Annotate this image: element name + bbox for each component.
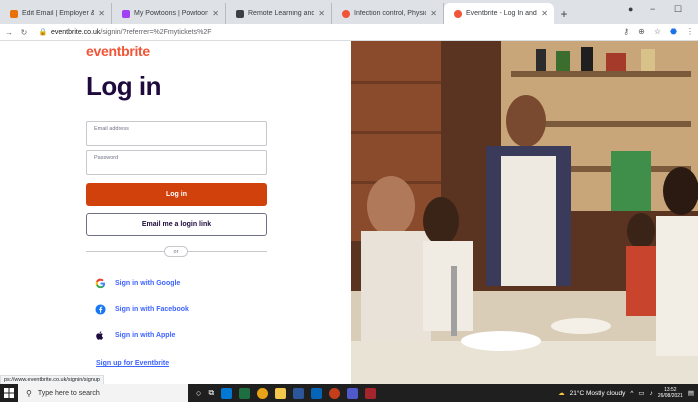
tab-title: Eventbrite - Log In and Sign In [466, 10, 537, 17]
network-icon[interactable]: ▭ [638, 389, 644, 397]
google-icon [94, 277, 106, 289]
tab-title: My Powtoons | Powtoon [134, 10, 209, 17]
tab-edit-email[interactable]: Edit Email | Employer & Learner ✕ [0, 3, 112, 24]
google-signin-button[interactable]: Sign in with Google [94, 277, 180, 289]
tab-title: Remote Learning and Communic [248, 10, 315, 17]
menu-icon[interactable]: ⋮ [686, 27, 694, 36]
facebook-icon [94, 303, 106, 315]
volume-icon[interactable]: ♪ [650, 390, 653, 397]
tab-close-icon[interactable]: ✕ [212, 9, 219, 18]
windows-start-icon[interactable] [0, 384, 18, 402]
minimize-button[interactable]: − [650, 4, 655, 14]
browser-tab-strip: Edit Email | Employer & Learner ✕ My Pow… [0, 0, 698, 24]
profile-icon[interactable]: ● [628, 4, 633, 14]
password-label: Password [94, 155, 119, 161]
url-path: /signin/?referrer=%2Fmytickets%2F [100, 28, 212, 36]
facebook-signin-button[interactable]: Sign in with Facebook [94, 303, 189, 315]
maximize-button[interactable]: ☐ [674, 4, 682, 15]
google-signin-label: Sign in with Google [115, 279, 181, 287]
web-page: eventbrite Log in Email address Password… [0, 41, 698, 385]
weather-icon[interactable]: ☁ [558, 389, 565, 397]
tab-favicon-icon [122, 9, 130, 18]
weather-text[interactable]: 21°C Mostly cloudy [570, 390, 626, 397]
login-button[interactable]: Log in [86, 183, 267, 206]
tab-infection-control[interactable]: Infection control, Physical care ✕ [332, 3, 444, 24]
signup-link[interactable]: Sign up for Eventbrite [96, 360, 169, 367]
clock-date: 26/08/2021 [657, 393, 683, 399]
email-login-link-button[interactable]: Email me a login link [86, 213, 267, 236]
cooking-class-photo [351, 41, 698, 384]
app-icon[interactable] [365, 387, 377, 399]
tab-remote-learning[interactable]: Remote Learning and Communic ✕ [226, 3, 332, 24]
page-title: Log in [86, 71, 161, 101]
apple-icon [94, 329, 106, 341]
task-view-icon[interactable]: ⧉ [208, 388, 214, 398]
lock-icon[interactable]: 🔒 [38, 28, 48, 36]
chrome-icon[interactable] [257, 387, 269, 399]
tray-chevron-icon[interactable]: ^ [630, 390, 633, 397]
url-host: eventbrite.co.uk [51, 28, 101, 36]
apple-signin-button[interactable]: Sign in with Apple [94, 329, 175, 341]
cortana-icon[interactable]: ○ [196, 388, 201, 398]
tab-title: Infection control, Physical care [354, 10, 426, 17]
clock[interactable]: 13:52 26/08/2021 [658, 387, 683, 399]
edge-icon[interactable] [221, 387, 233, 399]
tab-favicon-icon [236, 9, 244, 18]
photo-illustration [351, 41, 698, 384]
eventbrite-logo[interactable]: eventbrite [86, 43, 150, 59]
word-icon[interactable] [293, 387, 305, 399]
or-label: or [164, 246, 188, 257]
tab-close-icon[interactable]: ✕ [541, 9, 548, 18]
tab-favicon-icon [10, 9, 18, 18]
excel-icon[interactable] [239, 387, 251, 399]
tab-close-icon[interactable]: ✕ [98, 9, 105, 18]
screen: Edit Email | Employer & Learner ✕ My Pow… [0, 0, 698, 402]
facebook-signin-label: Sign in with Facebook [115, 305, 189, 313]
teams-icon[interactable] [347, 387, 359, 399]
login-panel: eventbrite Log in Email address Password… [0, 41, 351, 385]
file-explorer-icon[interactable] [275, 387, 287, 399]
windows-taskbar: ⚲ Type here to search ○ ⧉ ☁ 21°C Mostly … [0, 384, 698, 402]
tab-favicon-icon [454, 9, 462, 18]
powerpoint-icon[interactable] [329, 387, 341, 399]
tab-favicon-icon [342, 9, 350, 18]
bookmark-star-icon[interactable]: ☆ [654, 27, 661, 36]
email-field[interactable]: Email address [86, 121, 267, 146]
tab-powtoon[interactable]: My Powtoons | Powtoon ✕ [112, 3, 226, 24]
notifications-icon[interactable]: ▤ [688, 389, 694, 397]
zoom-icon[interactable]: ⊕ [638, 27, 645, 36]
outlook-icon[interactable] [311, 387, 323, 399]
system-tray: ☁ 21°C Mostly cloudy ^ ▭ ♪ 13:52 26/08/2… [558, 384, 694, 402]
toolbar-right-icons: ⚷ ⊕ ☆ ⬣ ⋮ [623, 27, 694, 36]
tab-close-icon[interactable]: ✕ [430, 9, 437, 18]
browser-toolbar: → ↻ 🔒 eventbrite.co.uk/signin/?referrer=… [0, 24, 698, 41]
new-tab-button[interactable]: + [554, 3, 574, 24]
forward-icon[interactable]: → [3, 28, 15, 37]
tab-title: Edit Email | Employer & Learner [22, 10, 94, 17]
apple-signin-label: Sign in with Apple [115, 331, 176, 339]
search-icon: ⚲ [26, 388, 32, 398]
tab-close-icon[interactable]: ✕ [318, 9, 325, 18]
reload-icon[interactable]: ↻ [18, 28, 30, 37]
address-bar[interactable]: eventbrite.co.uk/signin/?referrer=%2Fmyt… [51, 29, 212, 36]
email-label: Email address [94, 126, 129, 132]
key-icon[interactable]: ⚷ [623, 27, 629, 36]
tab-eventbrite-login[interactable]: Eventbrite - Log In and Sign In ✕ [444, 3, 554, 24]
taskbar-search-box[interactable]: ⚲ Type here to search [18, 384, 188, 402]
taskbar-search-placeholder: Type here to search [37, 389, 100, 397]
extension-icon[interactable]: ⬣ [670, 27, 677, 36]
taskbar-apps: ○ ⧉ [196, 387, 377, 399]
password-field[interactable]: Password [86, 150, 267, 175]
